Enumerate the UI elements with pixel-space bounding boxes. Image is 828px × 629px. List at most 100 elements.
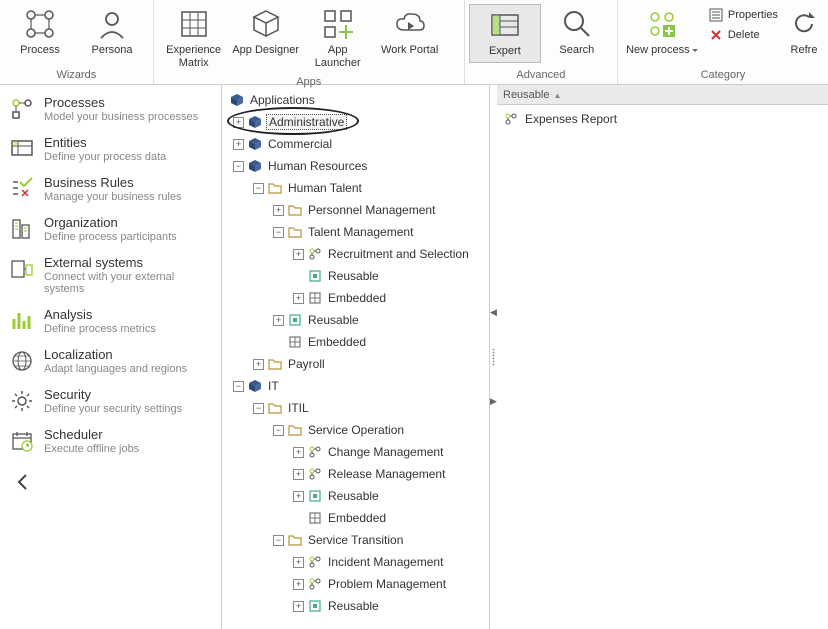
search-icon bbox=[561, 8, 593, 40]
collapse-toggle[interactable]: − bbox=[273, 227, 284, 238]
analysis-icon bbox=[10, 309, 34, 333]
new-process-icon bbox=[646, 8, 678, 40]
sidebar-title: Organization bbox=[44, 215, 177, 230]
sidebar-item-scheduler[interactable]: SchedulerExecute offline jobs bbox=[0, 423, 221, 463]
tree-node-humantalent[interactable]: Human Talent bbox=[286, 181, 364, 195]
expand-toggle[interactable]: + bbox=[293, 469, 304, 480]
collapse-toggle[interactable]: − bbox=[273, 535, 284, 546]
tree-node-release[interactable]: Release Management bbox=[326, 467, 447, 481]
cloud-icon bbox=[394, 8, 426, 40]
search-button[interactable]: Search bbox=[541, 4, 613, 61]
folder-icon bbox=[287, 224, 303, 240]
tree-node-service-operation[interactable]: Service Operation bbox=[306, 423, 406, 437]
group-label-advanced: Advanced bbox=[465, 67, 617, 84]
tree-node-reusable[interactable]: Reusable bbox=[326, 269, 381, 283]
process-button[interactable]: Process bbox=[4, 4, 76, 61]
tree-node-reusable[interactable]: Reusable bbox=[326, 489, 381, 503]
splitter-left-arrow[interactable]: ◀ bbox=[490, 307, 497, 318]
applications-tree[interactable]: Applications + Administrative + Commercial… bbox=[222, 89, 489, 617]
sidebar-title: Business Rules bbox=[44, 175, 182, 190]
tree-node-payroll[interactable]: Payroll bbox=[286, 357, 327, 371]
work-portal-button[interactable]: Work Portal bbox=[374, 4, 446, 61]
app-designer-button[interactable]: App Designer bbox=[230, 4, 302, 61]
back-button[interactable] bbox=[0, 463, 221, 501]
sidebar-item-security[interactable]: SecurityDefine your security settings bbox=[0, 383, 221, 423]
tree-node-service-transition[interactable]: Service Transition bbox=[306, 533, 405, 547]
reusable-icon bbox=[307, 268, 323, 284]
sidebar-title: External systems bbox=[44, 255, 211, 270]
reusable-icon bbox=[307, 598, 323, 614]
list-item-label: Expenses Report bbox=[525, 112, 617, 126]
expand-toggle[interactable]: + bbox=[253, 359, 264, 370]
tree-node-commercial[interactable]: Commercial bbox=[266, 137, 334, 151]
collapse-toggle[interactable]: − bbox=[253, 183, 264, 194]
expand-toggle[interactable]: + bbox=[293, 491, 304, 502]
tree-node-talent[interactable]: Talent Management bbox=[306, 225, 415, 239]
tree-node-embedded[interactable]: Embedded bbox=[306, 335, 368, 349]
collapse-toggle[interactable]: − bbox=[233, 161, 244, 172]
tree-node-personnel[interactable]: Personnel Management bbox=[306, 203, 437, 217]
collapse-toggle[interactable]: − bbox=[273, 425, 284, 436]
sidebar-item-entities[interactable]: EntitiesDefine your process data bbox=[0, 131, 221, 171]
expand-toggle[interactable]: + bbox=[293, 293, 304, 304]
splitter-right-arrow[interactable]: ▶ bbox=[490, 396, 497, 407]
sidebar-item-analysis[interactable]: AnalysisDefine process metrics bbox=[0, 303, 221, 343]
delete-button[interactable]: Delete bbox=[706, 26, 780, 44]
scheduler-icon bbox=[10, 429, 34, 453]
folder-icon bbox=[267, 180, 283, 196]
process-small-icon bbox=[307, 444, 323, 460]
properties-icon bbox=[708, 7, 724, 23]
properties-button[interactable]: Properties bbox=[706, 6, 780, 24]
app-launcher-button[interactable]: App Launcher bbox=[302, 4, 374, 74]
sidebar-item-business-rules[interactable]: Business RulesManage your business rules bbox=[0, 171, 221, 211]
tree-node-embedded[interactable]: Embedded bbox=[326, 511, 388, 525]
tree-node-reusable[interactable]: Reusable bbox=[326, 599, 381, 613]
folder-icon bbox=[287, 532, 303, 548]
column-header[interactable]: Reusable bbox=[497, 85, 828, 105]
tree-node-reusable[interactable]: Reusable bbox=[306, 313, 361, 327]
grid-icon bbox=[178, 8, 210, 40]
list-item[interactable]: Expenses Report bbox=[503, 109, 822, 129]
splitter[interactable]: ◀ ▶ bbox=[490, 85, 497, 629]
tree-node-administrative[interactable]: Administrative bbox=[266, 114, 347, 130]
persona-icon bbox=[96, 8, 128, 40]
new-process-button[interactable]: New process bbox=[622, 4, 702, 61]
expand-toggle[interactable]: + bbox=[293, 579, 304, 590]
tree-node-hr[interactable]: Human Resources bbox=[266, 159, 369, 173]
tree-node-incident[interactable]: Incident Management bbox=[326, 555, 445, 569]
expand-toggle[interactable]: + bbox=[233, 139, 244, 150]
expert-button[interactable]: Expert bbox=[469, 4, 541, 63]
tree-node-problem[interactable]: Problem Management bbox=[326, 577, 448, 591]
process-small-icon bbox=[307, 576, 323, 592]
expand-toggle[interactable]: + bbox=[293, 557, 304, 568]
process-small-icon bbox=[307, 246, 323, 262]
sidebar-title: Entities bbox=[44, 135, 166, 150]
collapse-toggle[interactable]: − bbox=[253, 403, 264, 414]
sidebar-item-external-systems[interactable]: External systemsConnect with your extern… bbox=[0, 251, 221, 303]
tree-node-applications[interactable]: Applications bbox=[248, 93, 317, 107]
tree-node-it[interactable]: IT bbox=[266, 379, 281, 393]
sidebar-item-localization[interactable]: LocalizationAdapt languages and regions bbox=[0, 343, 221, 383]
tree-node-itil[interactable]: ITIL bbox=[286, 401, 311, 415]
expand-toggle[interactable]: + bbox=[293, 601, 304, 612]
experience-matrix-button[interactable]: Experience Matrix bbox=[158, 4, 230, 74]
expand-toggle[interactable]: + bbox=[233, 117, 244, 128]
sidebar-item-processes[interactable]: ProcessesModel your business processes bbox=[0, 91, 221, 131]
tree-node-embedded[interactable]: Embedded bbox=[326, 291, 388, 305]
expand-toggle[interactable]: + bbox=[293, 249, 304, 260]
refresh-icon bbox=[788, 8, 820, 40]
refresh-button[interactable]: Refre bbox=[784, 4, 824, 61]
persona-button[interactable]: Persona bbox=[76, 4, 148, 61]
sidebar-title: Processes bbox=[44, 95, 198, 110]
sidebar-item-organization[interactable]: OrganizationDefine process participants bbox=[0, 211, 221, 251]
ribbon-group-wizards: Process Persona Wizards bbox=[0, 0, 154, 84]
expand-toggle[interactable]: + bbox=[273, 205, 284, 216]
sidebar-title: Analysis bbox=[44, 307, 156, 322]
collapse-toggle[interactable]: − bbox=[233, 381, 244, 392]
tree-node-change[interactable]: Change Management bbox=[326, 445, 445, 459]
splitter-grip[interactable] bbox=[492, 348, 495, 366]
tree-node-recruitment[interactable]: Recruitment and Selection bbox=[326, 247, 471, 261]
expand-toggle[interactable]: + bbox=[273, 315, 284, 326]
ribbon-group-advanced: Expert Search Advanced bbox=[465, 0, 618, 84]
expand-toggle[interactable]: + bbox=[293, 447, 304, 458]
